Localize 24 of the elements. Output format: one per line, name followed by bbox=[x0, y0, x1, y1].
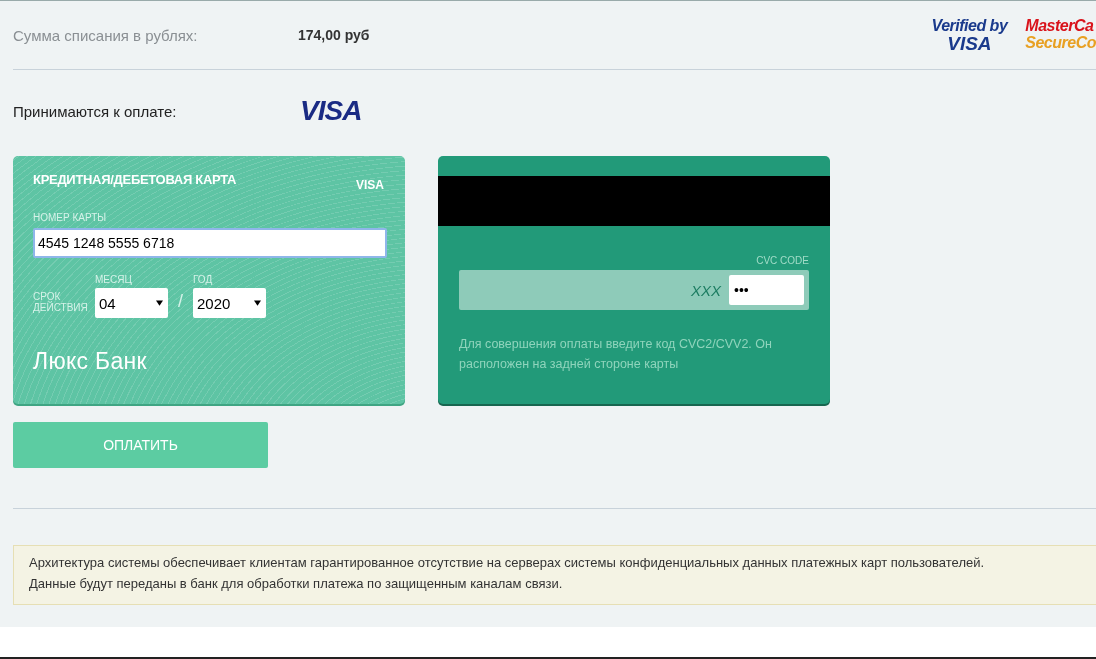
card-type-title: КРЕДИТНАЯ/ДЕБЕТОВАЯ КАРТА bbox=[33, 172, 237, 187]
year-label: ГОД bbox=[193, 274, 213, 285]
amount-label: Сумма списания в рублях: bbox=[13, 26, 199, 44]
verified-by-visa-logo: Verified by VISA bbox=[931, 17, 1008, 53]
securecode-logo: MasterCa SecureCo bbox=[1025, 18, 1096, 52]
cvc-help-text: Для совершения оплаты введите код CVC2/CVV2. Он расположен на задней стороне карты bbox=[459, 336, 773, 373]
caret-icon bbox=[156, 300, 163, 306]
month-label: МЕСЯЦ bbox=[95, 274, 132, 285]
security-notice: Архитектура системы обеспечивает клиентам гарантированное отсутствие на серверах системы конфиденциальных данных платежных карт пользователей. Данные будут переданы в банк для обработки платежа по защищенным каналам связи. bbox=[13, 545, 1096, 605]
accepted-label: Принимаются к оплате: bbox=[13, 102, 178, 120]
visa-logo: VISA bbox=[300, 95, 362, 127]
year-select[interactable]: 2020 bbox=[193, 288, 266, 318]
date-separator: / bbox=[177, 291, 184, 312]
expiry-label: СРОК ДЕЙСТВИЯ bbox=[33, 292, 89, 313]
bank-name: Люкс Банк bbox=[33, 348, 147, 375]
month-select[interactable]: 04 bbox=[95, 288, 168, 318]
cvc-field[interactable]: ••• bbox=[729, 275, 804, 305]
amount-value: 174,00 руб bbox=[298, 27, 370, 43]
card-brand: VISA bbox=[356, 178, 384, 192]
card-number-field[interactable]: 4545 1248 5555 6718 bbox=[33, 228, 387, 258]
card-number-label: НОМЕР КАРТЫ bbox=[33, 212, 107, 223]
caret-icon bbox=[254, 300, 261, 306]
cvc-hint: XXX bbox=[691, 281, 721, 299]
cvc-label: CVC CODE bbox=[756, 255, 809, 266]
